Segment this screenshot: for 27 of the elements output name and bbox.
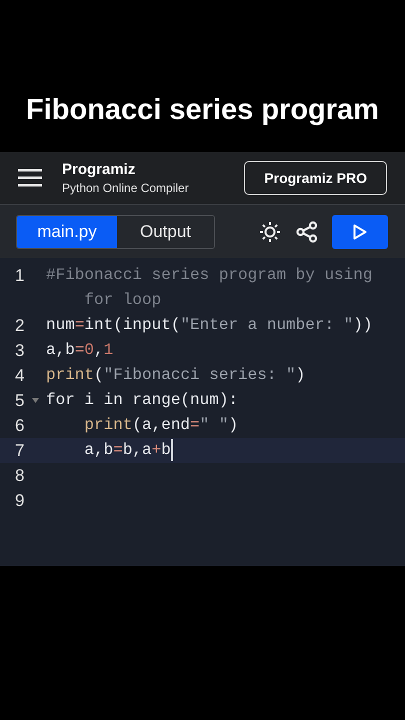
code-line: print("Fibonacci series: ") <box>46 365 306 386</box>
line-number: 1 <box>15 265 24 287</box>
sun-icon[interactable] <box>259 220 281 242</box>
pro-button[interactable]: Programiz PRO <box>244 161 387 195</box>
line-number: 9 <box>15 490 24 512</box>
menu-icon[interactable] <box>18 169 42 187</box>
code-line: print(a,end=" ") <box>83 415 240 436</box>
line-number: 8 <box>15 465 24 487</box>
line-number: 5 <box>15 390 24 412</box>
subtitle: Python Online Compiler <box>62 182 189 194</box>
logo[interactable]: Programiz <box>62 162 189 177</box>
code-line: for i in range(num): <box>46 390 240 411</box>
line-number: 2 <box>15 315 24 337</box>
code-line: #Fibonacci series program by using for loop <box>46 265 374 311</box>
code-line: num=int(input("Enter a number: ")) <box>46 315 374 336</box>
code-line: a,b=0,1 <box>46 340 114 361</box>
line-number: 7 <box>15 440 24 462</box>
line-number: 3 <box>15 340 24 362</box>
run-button[interactable] <box>332 214 388 248</box>
editor-tab[interactable]: main.py <box>17 216 117 248</box>
line-number: 6 <box>15 415 24 437</box>
code-line: a,b=b,a+b <box>46 438 391 463</box>
play-icon <box>353 224 367 240</box>
line-number: 4 <box>15 365 24 387</box>
video-title: Fibonacci series program <box>26 92 379 128</box>
fold-caret-icon[interactable] <box>32 398 39 403</box>
share-icon[interactable] <box>296 220 318 242</box>
